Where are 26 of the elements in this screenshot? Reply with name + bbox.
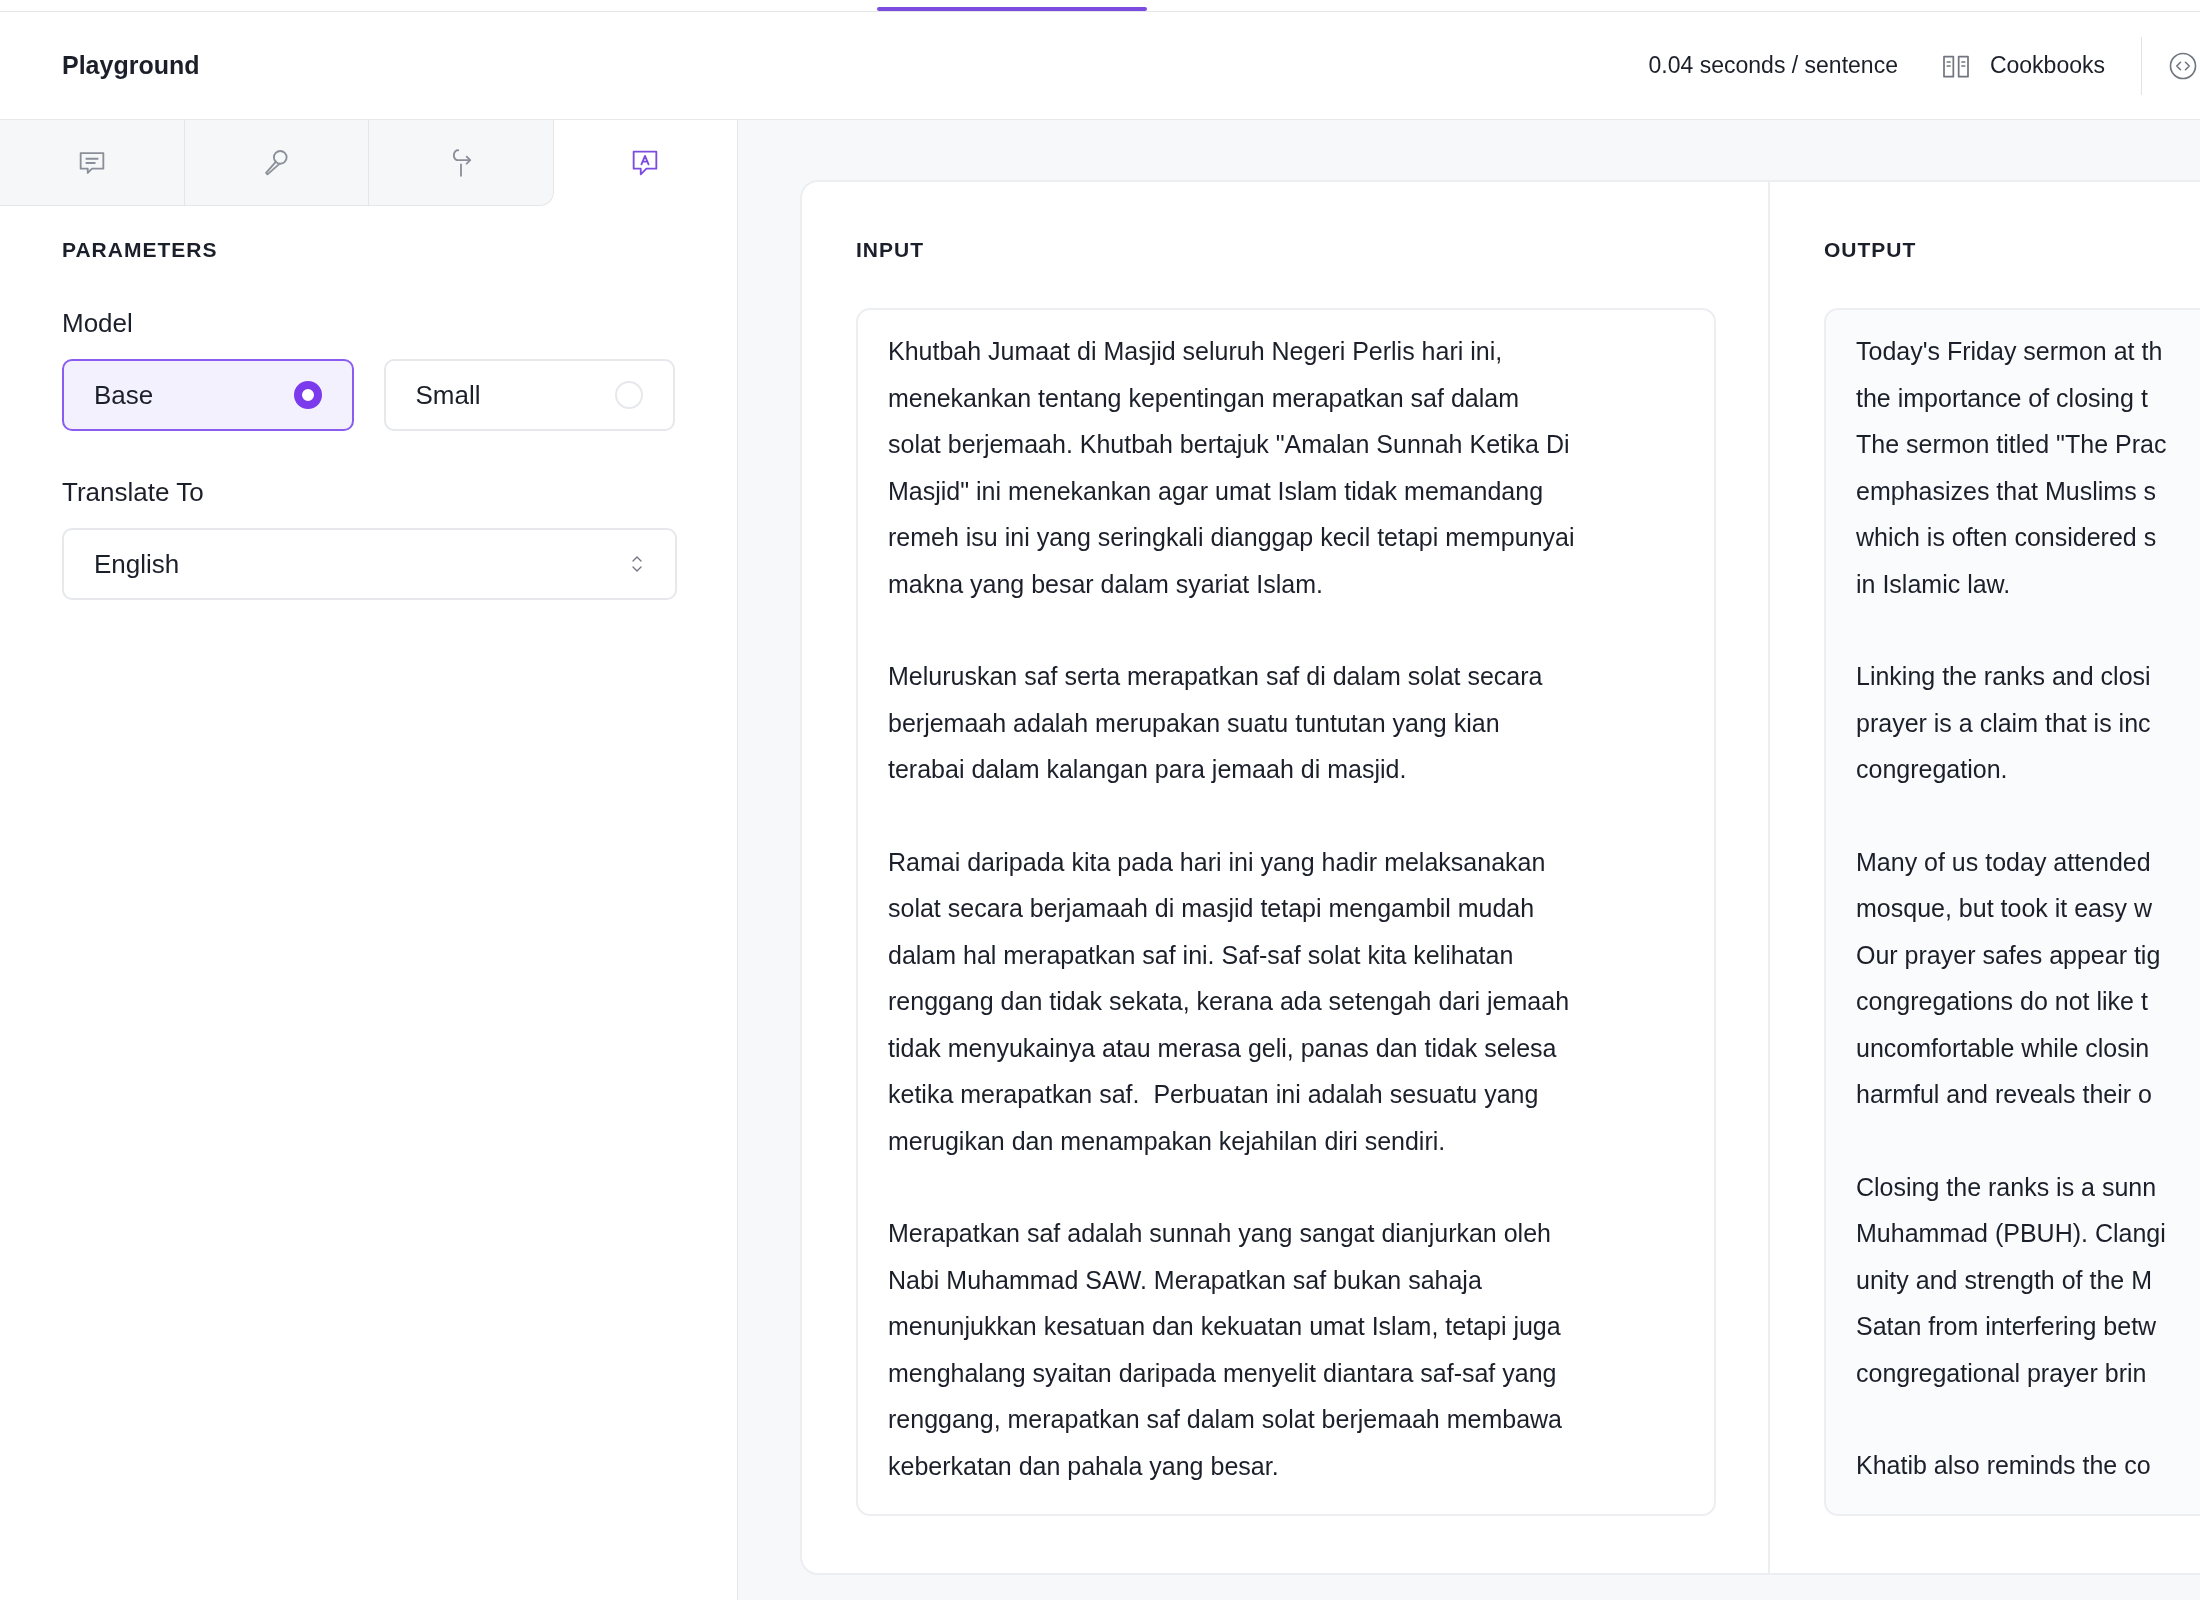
radio-icon [293,381,322,409]
code-icon[interactable] [2168,50,2198,81]
paragraph: Today's Friday sermon at th the importance of closing t The sermon titled "The Prac emphasizes that Muslims s which is often considered s in Islamic law. [1856,336,2168,600]
page-title: Playground [62,51,200,80]
model-option[interactable]: Base [62,359,354,431]
field-label: Model [62,308,134,339]
language-select[interactable]: English [62,528,677,600]
section-heading: INPUT [856,238,925,262]
mode-tab[interactable] [0,120,185,206]
section-heading: PARAMETERS [62,238,219,262]
paragraph: Closing the ranks is a sunn Muhammad (PBUH). Clangi unity and strength of the M Satan from interfering betw congregational prayer brin [1856,1171,2167,1389]
paragraph: Merapatkan saf adalah sunnah yang sangat dianjurkan oleh Nabi Muhammad SAW. Merapatkan saf bukan sahaja menunjukkan kesatuan dan kekuatan umat Islam, tetapi juga menghalang syaitan daripada menyelit diantara saf-saf yang renggang, merapatkan saf dalam solat berjemaah membawa keberkatan dan pahala yang besar. [888,1218,1563,1482]
paragraph: Meluruskan saf serta merapatkan saf di dalam solat secara berjemaah adalah merupakan suatu tuntutan yang kian terabai dalam kalangan para jemaah di masjid. [888,661,1544,785]
field-label: Translate To [62,477,205,508]
mode-tab[interactable] [184,120,369,206]
speed-text: 0.04 seconds / sentence [1648,52,1898,79]
paragraph: Khutbah Jumaat di Masjid seluruh Negeri Perlis hari ini, menekankan tentang kepentingan merapatkan saf dalam solat berjemaah. Khutbah bertajuk "Amalan Sunnah Ketika Di Masjid" ini menekankan agar umat Islam tidak memandang remeh isu ini yang seringkali dianggap kecil tetapi mempunyai makna yang besar dalam syariat Islam. [888,336,1576,600]
radio-icon [615,381,643,409]
mode-tab[interactable] [369,120,554,206]
model-option[interactable]: Small [383,359,675,431]
paragraph: Linking the ranks and closi prayer is a claim that is inc congregation. [1856,661,2152,785]
paragraph: Khatib also reminds the co [1856,1450,2152,1481]
section-heading: OUTPUT [1824,238,1918,262]
paragraph: Many of us today attended mosque, but took it easy w Our prayer safes appear tig congregations do not like t uncomfortable while closin harmful and reveals their o [1856,846,2162,1110]
paragraph: Ramai daripada kita pada hari ini yang hadir melaksanakan solat secara berjamaah di masjid tetapi mengambil mudah dalam hal merapatkan saf ini. Saf-saf solat kita kelihatan renggang dan tidak sekata, kerana ada setengah dari jemaah tidak menyukainya atau merasa geli, panas dan tidak selesa ketika merapatkan saf. Perbuatan ini adalah sesuatu yang merugikan dan menampakan kejahilan diri sendiri. [888,846,1571,1157]
cookbooks-link[interactable]: Cookbooks [1939,49,2105,82]
